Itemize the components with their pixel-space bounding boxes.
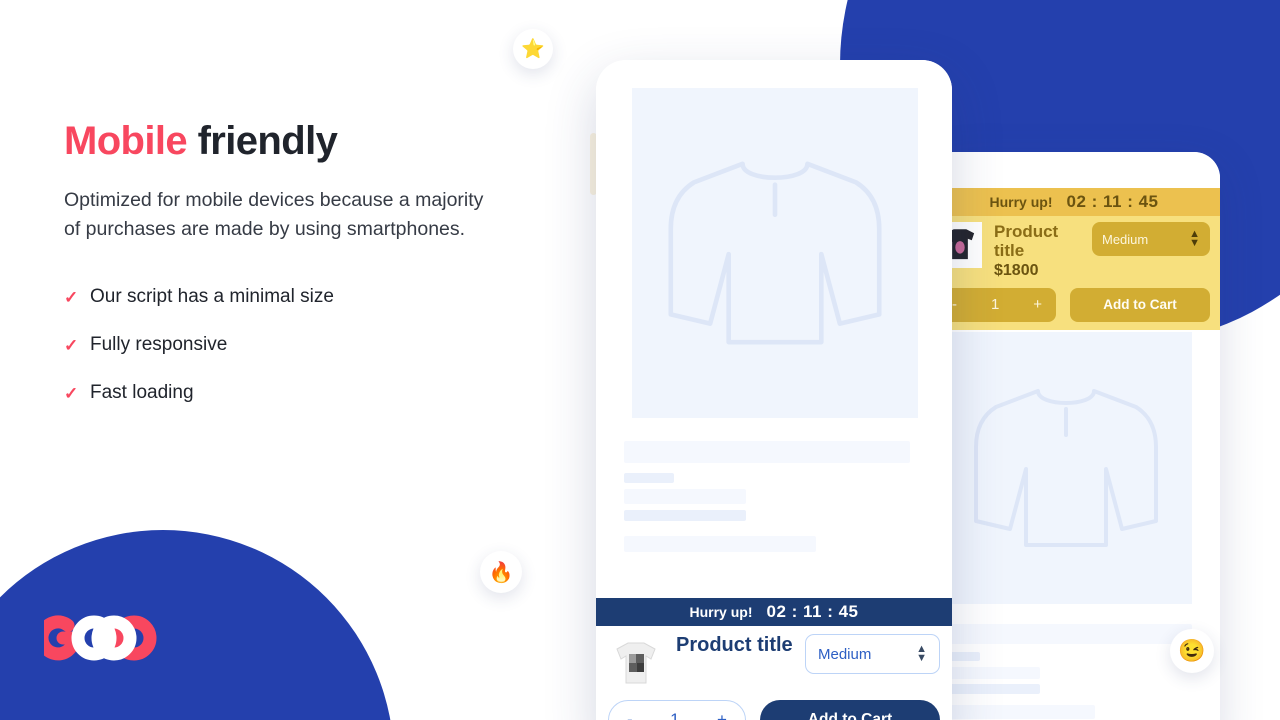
check-icon: ✓ xyxy=(64,335,79,355)
size-select[interactable]: Medium ▲ ▼ xyxy=(805,634,940,674)
chevron-updown-icon: ▲ ▼ xyxy=(916,642,927,664)
list-item-label: Our script has a minimal size xyxy=(90,286,334,308)
skeleton-line xyxy=(940,684,1040,694)
size-select[interactable]: Medium ▲ ▼ xyxy=(1092,222,1210,256)
headline-accent: Mobile xyxy=(64,119,188,163)
quantity-value: 1 xyxy=(990,296,1000,314)
cart-bar-body: Product title $1800 Medium ▲ ▼ - 1 + Add… xyxy=(928,216,1220,330)
shirt-placeholder-icon xyxy=(974,389,1158,547)
countdown-bar: Hurry up! 02 : 11 : 45 xyxy=(596,598,952,626)
product-price: $1800 xyxy=(994,261,1039,279)
countdown-label: Hurry up! xyxy=(689,604,753,620)
quantity-stepper[interactable]: - 1 + xyxy=(608,700,746,720)
quantity-stepper[interactable]: - 1 + xyxy=(938,287,1056,322)
headline-rest: friendly xyxy=(187,119,338,163)
phone-mockup-front: Hurry up! 02 : 11 : 45 Product title Med… xyxy=(596,60,952,720)
quantity-increment-button[interactable]: + xyxy=(717,710,727,720)
quantity-decrement-button[interactable]: - xyxy=(627,710,633,720)
wink-face-icon: 😉 xyxy=(1170,629,1214,673)
check-icon: ✓ xyxy=(64,383,79,403)
countdown-bar: Hurry up! 02 : 11 : 45 xyxy=(928,188,1220,216)
skeleton-line xyxy=(624,536,816,552)
size-select-value: Medium xyxy=(818,645,872,663)
product-title: Product title xyxy=(994,222,1059,261)
add-to-cart-button[interactable]: Add to Cart xyxy=(760,700,940,720)
cart-bar-body: Product title Medium ▲ ▼ - 1 + Add to Car… xyxy=(596,626,952,720)
quantity-decrement-button[interactable]: - xyxy=(952,296,957,313)
list-item: ✓ Fully responsive xyxy=(64,321,534,369)
hero-copy: Mobile friendly Optimized for mobile dev… xyxy=(64,118,534,417)
skeleton-line xyxy=(940,624,1192,644)
countdown-label: Hurry up! xyxy=(989,194,1053,210)
sticky-cart-bar: Hurry up! 02 : 11 : 45 Product title Med… xyxy=(596,598,952,720)
list-item: ✓ Our script has a minimal size xyxy=(64,273,534,321)
star-icon: ⭐ xyxy=(513,29,553,69)
shirt-placeholder-icon xyxy=(668,161,882,345)
countdown-timer: 02 : 11 : 45 xyxy=(1066,192,1159,211)
fire-icon: 🔥 xyxy=(480,551,522,593)
chevron-updown-icon: ▲ ▼ xyxy=(1189,227,1200,249)
size-select-value: Medium xyxy=(1102,231,1149,247)
feature-checklist: ✓ Our script has a minimal size ✓ Fully … xyxy=(64,273,534,417)
hero-paragraph: Optimized for mobile devices because a m… xyxy=(64,189,484,240)
brand-logo xyxy=(44,615,157,661)
sticky-cart-bar-gold: Hurry up! 02 : 11 : 45 Product title $18… xyxy=(928,188,1220,330)
product-image-placeholder xyxy=(632,88,918,418)
quantity-value: 1 xyxy=(670,710,680,720)
check-icon: ✓ xyxy=(64,287,79,307)
slide-canvas: Mobile friendly Optimized for mobile dev… xyxy=(0,0,1280,720)
product-thumbnail xyxy=(608,634,664,692)
phone-screen-front: Hurry up! 02 : 11 : 45 Product title Med… xyxy=(596,60,952,720)
skeleton-line xyxy=(940,667,1040,679)
add-to-cart-button[interactable]: Add to Cart xyxy=(1070,287,1210,322)
list-item-label: Fast loading xyxy=(90,382,194,404)
skeleton-line xyxy=(624,473,674,483)
quantity-increment-button[interactable]: + xyxy=(1033,296,1042,313)
skeleton-line xyxy=(940,705,1095,719)
skeleton-line xyxy=(624,441,910,463)
page-title: Mobile friendly xyxy=(64,118,534,164)
list-item-label: Fully responsive xyxy=(90,334,228,356)
skeleton-line xyxy=(624,510,746,521)
list-item: ✓ Fast loading xyxy=(64,369,534,417)
product-image-placeholder xyxy=(940,332,1192,604)
countdown-timer: 02 : 11 : 45 xyxy=(766,602,859,621)
product-title: Product title xyxy=(676,634,793,656)
skeleton-line xyxy=(624,489,746,504)
